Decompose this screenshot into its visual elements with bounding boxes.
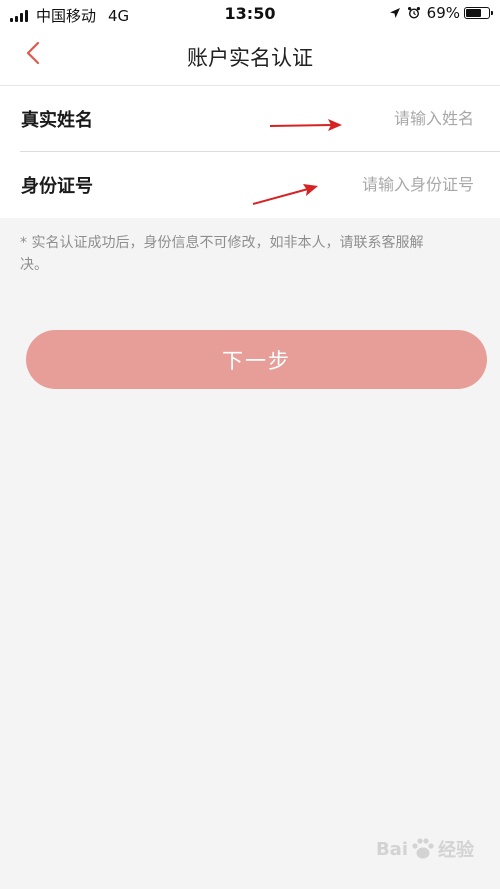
paw-icon — [412, 838, 434, 859]
page-title: 账户实名认证 — [187, 46, 313, 70]
status-bar: 中国移动 4G 13:50 69% — [0, 0, 500, 28]
annotation-arrow-icon — [269, 119, 342, 131]
notice-text: * 实名认证成功后，身份信息不可修改，如非本人，请联系客服解决。 — [20, 235, 424, 273]
nav-bar: 账户实名认证 — [0, 28, 500, 86]
annotation-arrow-icon — [252, 184, 318, 205]
battery-icon — [464, 7, 493, 19]
status-right: 69% — [389, 4, 493, 22]
watermark-text: 经验 — [438, 840, 474, 861]
battery-percent: 69% — [426, 4, 460, 22]
id-label: 身份证号 — [21, 176, 93, 197]
battery-fill — [466, 9, 482, 17]
watermark: Bai 经验 — [376, 836, 474, 862]
watermark-text: Bai — [375, 838, 408, 860]
name-row: 真实姓名 — [0, 86, 500, 152]
location-arrow-icon — [389, 8, 400, 18]
name-label: 真实姓名 — [21, 110, 93, 131]
next-step-button[interactable]: 下一步 — [26, 330, 487, 389]
alarm-clock-icon — [407, 7, 420, 19]
